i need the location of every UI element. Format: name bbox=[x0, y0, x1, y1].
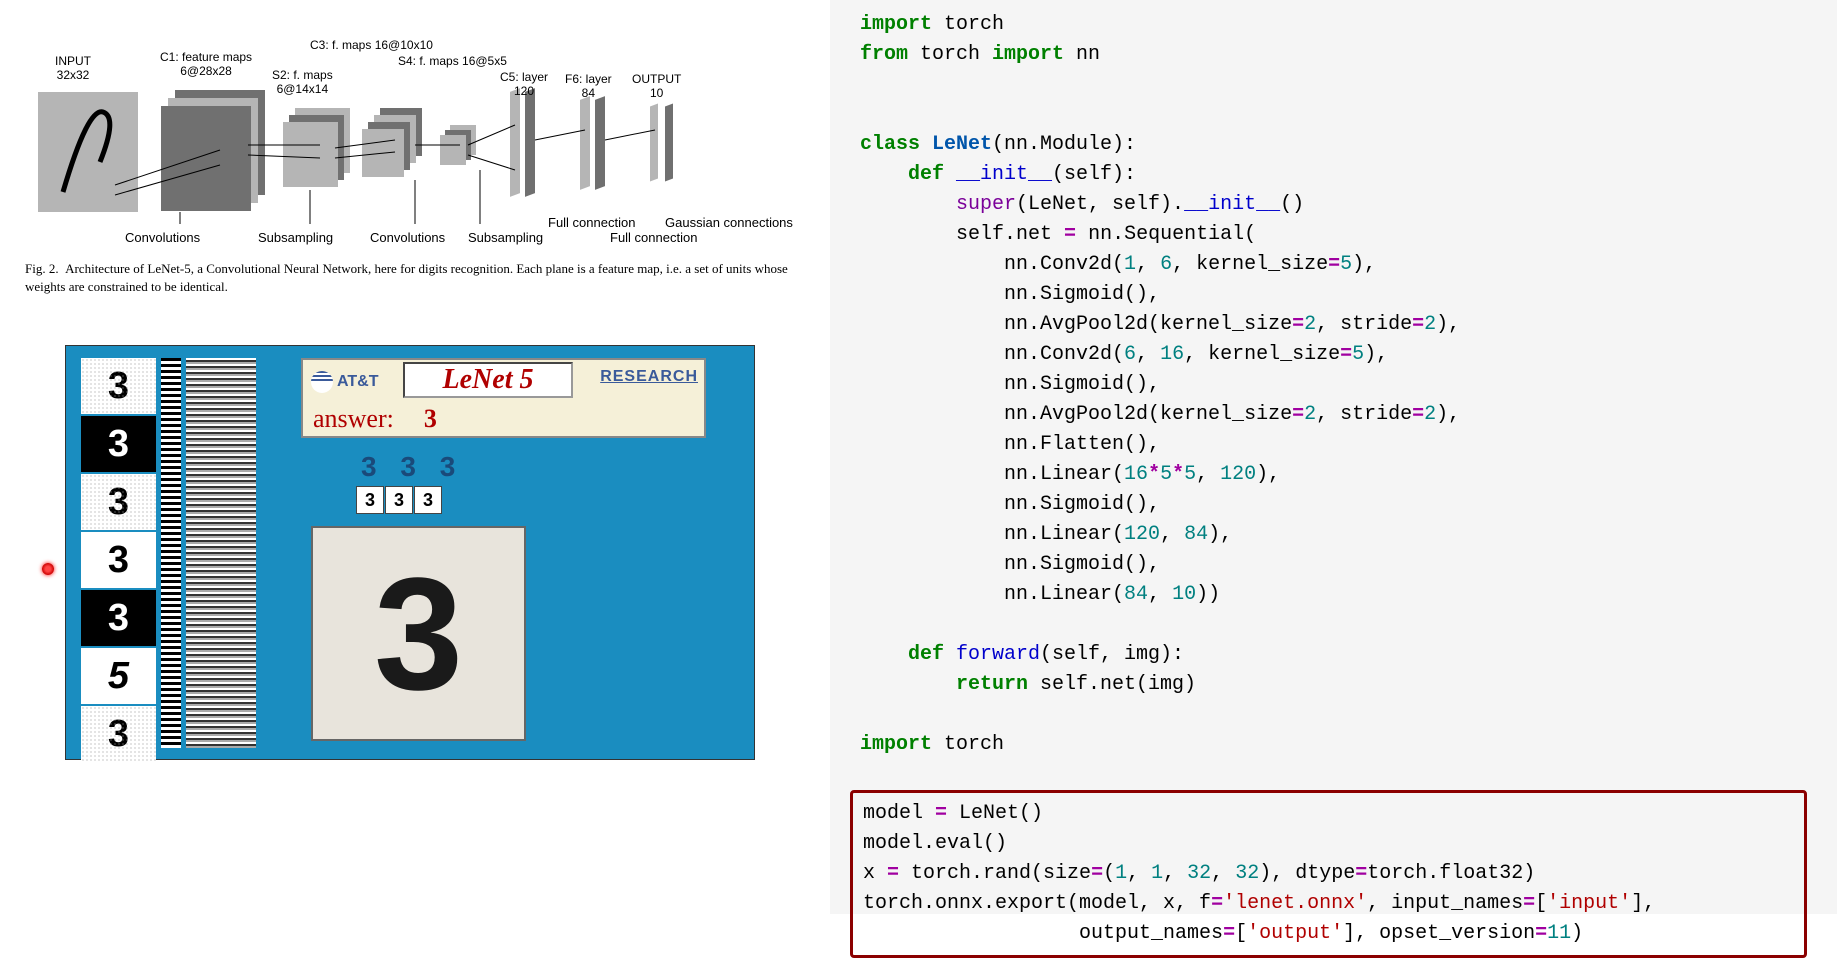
globe-icon bbox=[311, 371, 333, 393]
research-label: RESEARCH bbox=[600, 368, 698, 386]
code-line: model = LeNet() bbox=[863, 799, 1794, 829]
sample-digit: 3 bbox=[81, 358, 156, 414]
code-line: nn.Conv2d(1, 6, kernel_size=5), bbox=[860, 250, 1807, 280]
att-logo: AT&T bbox=[311, 366, 396, 398]
demo-title-box: AT&T LeNet 5 RESEARCH answer:3 bbox=[301, 358, 706, 438]
code-line: nn.Linear(120, 84), bbox=[860, 520, 1807, 550]
code-line: def __init__(self): bbox=[860, 160, 1807, 190]
c3-label: C3: f. maps 16@10x10 bbox=[310, 38, 433, 52]
s2-label: S2: f. maps6@14x14 bbox=[272, 68, 333, 96]
f6-block bbox=[580, 96, 590, 190]
output-block bbox=[650, 104, 658, 182]
demo-title: LeNet 5 bbox=[403, 362, 573, 398]
fc2-label: Full connection bbox=[610, 230, 697, 245]
code-line: nn.Sigmoid(), bbox=[860, 550, 1807, 580]
conv2-label: Convolutions bbox=[370, 230, 445, 245]
architecture-diagram: INPUT32x32 C1: feature maps6@28x28 S2: f… bbox=[20, 30, 820, 250]
code-line: nn.AvgPool2d(kernel_size=2, stride=2), bbox=[860, 400, 1807, 430]
code-panel: import torch from torch import nn class … bbox=[830, 0, 1837, 914]
tiny-prediction-boxes: 3 3 3 bbox=[356, 486, 442, 514]
code-line: class LeNet(nn.Module): bbox=[860, 130, 1807, 160]
tiny-box: 3 bbox=[385, 486, 413, 514]
letter-a-icon bbox=[48, 102, 128, 202]
sample-digit: 3 bbox=[81, 416, 156, 472]
code-line: super(LeNet, self).__init__() bbox=[860, 190, 1807, 220]
code-line: nn.Sigmoid(), bbox=[860, 280, 1807, 310]
output-label: OUTPUT10 bbox=[632, 72, 681, 100]
code-line: nn.Conv2d(6, 16, kernel_size=5), bbox=[860, 340, 1807, 370]
code-line: self.net = nn.Sequential( bbox=[860, 220, 1807, 250]
code-line: return self.net(img) bbox=[860, 670, 1807, 700]
top-predictions: 3 3 3 bbox=[361, 451, 463, 483]
big-digit-display: 3 bbox=[311, 526, 526, 741]
left-panel: INPUT32x32 C1: feature maps6@28x28 S2: f… bbox=[0, 0, 830, 914]
code-line: from torch import nn bbox=[860, 40, 1807, 70]
sample-digit: 3 bbox=[81, 474, 156, 530]
code-line: nn.Linear(84, 10)) bbox=[860, 580, 1807, 610]
code-line: nn.Sigmoid(), bbox=[860, 370, 1807, 400]
lenet-demo-panel: 3 3 3 3 3 5 3 AT&T LeNet 5 RESEARCH answ… bbox=[65, 345, 755, 760]
sample-digit: 3 bbox=[81, 532, 156, 588]
answer-line: answer:3 bbox=[313, 404, 437, 434]
figure-caption: Fig. 2. Architecture of LeNet-5, a Convo… bbox=[25, 260, 810, 296]
brand-text: AT&T bbox=[337, 373, 378, 391]
sub1-label: Subsampling bbox=[258, 230, 333, 245]
digit-samples-column: 3 3 3 3 3 5 3 bbox=[81, 358, 156, 764]
code-line: nn.AvgPool2d(kernel_size=2, stride=2), bbox=[860, 310, 1807, 340]
c5-label: C5: layer120 bbox=[500, 70, 548, 98]
code-line: nn.Linear(16*5*5, 120), bbox=[860, 460, 1807, 490]
code-line: model.eval() bbox=[863, 829, 1794, 859]
fc1-label: Full connection bbox=[548, 215, 635, 230]
tiny-box: 3 bbox=[356, 486, 384, 514]
code-line: import torch bbox=[860, 730, 1807, 760]
c1-label: C1: feature maps6@28x28 bbox=[160, 50, 252, 78]
code-line: nn.Flatten(), bbox=[860, 430, 1807, 460]
code-line: def forward(self, img): bbox=[860, 640, 1807, 670]
feature-bars-2 bbox=[186, 358, 256, 748]
highlighted-code-block: model = LeNet() model.eval() x = torch.r… bbox=[850, 790, 1807, 958]
sample-digit: 3 bbox=[81, 590, 156, 646]
feature-bars-1 bbox=[161, 358, 181, 748]
gauss-label: Gaussian connections bbox=[665, 215, 793, 230]
input-label: INPUT32x32 bbox=[55, 54, 91, 82]
code-line: x = torch.rand(size=(1, 1, 32, 32), dtyp… bbox=[863, 859, 1794, 889]
s4-label: S4: f. maps 16@5x5 bbox=[398, 54, 507, 68]
code-line: import torch bbox=[860, 10, 1807, 40]
code-line: nn.Sigmoid(), bbox=[860, 490, 1807, 520]
f6-label: F6: layer84 bbox=[565, 72, 612, 100]
code-line: torch.onnx.export(model, x, f='lenet.onn… bbox=[863, 889, 1794, 919]
tiny-box: 3 bbox=[414, 486, 442, 514]
c5-block bbox=[510, 88, 520, 197]
code-line: output_names=['output'], opset_version=1… bbox=[863, 919, 1794, 949]
laser-pointer-icon bbox=[42, 563, 54, 575]
sub2-label: Subsampling bbox=[468, 230, 543, 245]
sample-digit: 3 bbox=[81, 706, 156, 762]
sample-digit: 5 bbox=[81, 648, 156, 704]
conv1-label: Convolutions bbox=[125, 230, 200, 245]
